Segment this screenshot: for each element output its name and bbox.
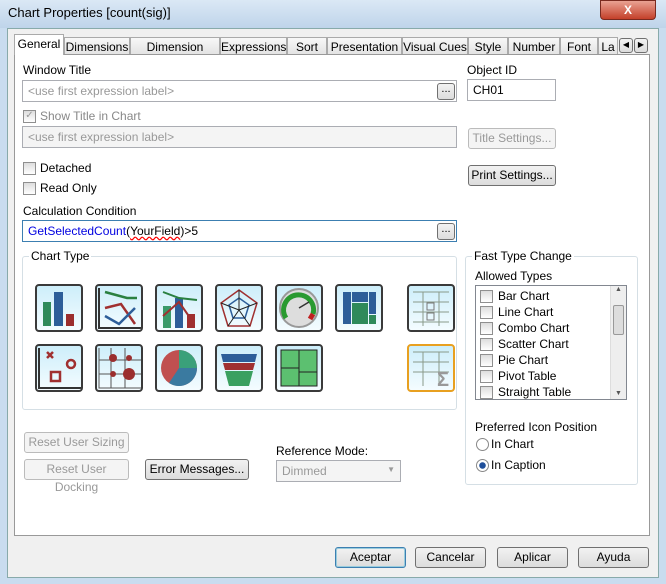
reference-mode-select[interactable]: Dimmed ▼ <box>276 460 401 482</box>
in-chart-radio[interactable] <box>476 438 489 451</box>
svg-text:Σ: Σ <box>437 369 449 390</box>
tab-visual-cues[interactable]: Visual Cues <box>402 37 468 54</box>
tab-layout[interactable]: La <box>598 37 618 54</box>
list-item[interactable]: Bar Chart <box>480 288 549 304</box>
tab-scroll-left-icon[interactable]: ◀ <box>619 38 633 53</box>
gauge-chart-icon[interactable] <box>275 284 323 332</box>
allowed-types-label: Allowed Types <box>475 269 553 283</box>
list-scrollbar[interactable]: ▲ ▼ <box>610 286 626 399</box>
show-title-checkbox[interactable]: ✓ <box>23 110 36 123</box>
tab-dimensions[interactable]: Dimensions <box>64 37 130 54</box>
checkbox[interactable] <box>480 385 493 399</box>
in-chart-label: In Chart <box>491 437 534 451</box>
close-button[interactable]: X <box>600 0 656 20</box>
calc-condition-ellipsis-button[interactable]: ... <box>437 223 455 240</box>
read-only-checkbox[interactable] <box>23 182 36 195</box>
window-title: Chart Properties [count(sig)] <box>8 5 171 20</box>
window-title-placeholder: <use first expression label> <box>28 84 175 98</box>
checkbox[interactable] <box>480 305 493 319</box>
checkbox[interactable] <box>480 289 493 303</box>
fast-type-label: Fast Type Change <box>472 249 574 263</box>
detached-label: Detached <box>40 161 92 175</box>
in-caption-label: In Caption <box>491 458 546 472</box>
line-chart-icon[interactable] <box>95 284 143 332</box>
item-label: Bar Chart <box>498 289 550 303</box>
tab-number[interactable]: Number <box>508 37 560 54</box>
funnel-chart-icon[interactable] <box>215 344 263 392</box>
scatter-chart-icon[interactable] <box>35 344 83 392</box>
bar-chart-icon[interactable] <box>35 284 83 332</box>
tab-font[interactable]: Font <box>560 37 598 54</box>
cancel-button[interactable]: Cancelar <box>415 547 486 568</box>
ok-button[interactable]: Aceptar <box>335 547 406 568</box>
allowed-types-list[interactable]: Bar Chart Line Chart Combo Chart Scatter… <box>475 285 627 400</box>
tab-scroll-right-icon[interactable]: ▶ <box>634 38 648 53</box>
tab-expressions[interactable]: Expressions <box>220 37 287 54</box>
reference-mode-value: Dimmed <box>282 464 327 478</box>
chart-type-label: Chart Type <box>29 249 92 263</box>
item-label: Pie Chart <box>498 353 549 367</box>
show-title-label: Show Title in Chart <box>40 109 141 123</box>
combo-chart-icon[interactable] <box>155 284 203 332</box>
checkbox[interactable] <box>480 353 493 367</box>
apply-button[interactable]: Aplicar <box>497 547 568 568</box>
calc-condition-input[interactable]: GetSelectedCount(YourField)>5 <box>22 220 457 242</box>
calc-rest: >5 <box>184 224 199 238</box>
pie-chart-icon[interactable] <box>155 344 203 392</box>
tab-sort[interactable]: Sort <box>287 37 327 54</box>
chevron-down-icon: ▼ <box>387 465 395 474</box>
window-title-ellipsis-button[interactable]: ... <box>437 83 455 100</box>
checkbox[interactable] <box>480 321 493 335</box>
item-label: Pivot Table <box>498 369 557 383</box>
chart-title-input[interactable]: <use first expression label> <box>22 126 457 148</box>
object-id-input[interactable]: CH01 <box>467 79 556 101</box>
straight-table-icon[interactable]: Σ <box>407 344 455 392</box>
reset-user-sizing-button[interactable]: Reset User Sizing <box>24 432 129 453</box>
list-item[interactable]: Scatter Chart <box>480 336 569 352</box>
tab-general[interactable]: General <box>14 34 64 55</box>
item-label: Scatter Chart <box>498 337 569 351</box>
item-label: Line Chart <box>498 305 554 319</box>
block-chart-icon[interactable] <box>335 284 383 332</box>
pivot-table-icon[interactable] <box>407 284 455 332</box>
print-settings-button[interactable]: Print Settings... <box>468 165 556 186</box>
help-button[interactable]: Ayuda <box>578 547 649 568</box>
list-item[interactable]: Pivot Table <box>480 368 556 384</box>
window-title-label: Window Title <box>23 63 92 77</box>
tab-dimension-limits[interactable]: Dimension Limits <box>130 37 220 68</box>
list-item[interactable]: Pie Chart <box>480 352 548 368</box>
read-only-label: Read Only <box>40 181 97 195</box>
calc-function: GetSelectedCount <box>28 224 127 238</box>
tab-presentation[interactable]: Presentation <box>327 37 402 54</box>
window-title-input[interactable]: <use first expression label> <box>22 80 457 102</box>
list-item[interactable]: Combo Chart <box>480 320 569 336</box>
reset-user-docking-button[interactable]: Reset User Docking <box>24 459 129 494</box>
reference-mode-label: Reference Mode: <box>276 444 369 458</box>
mekko-chart-icon[interactable] <box>275 344 323 392</box>
calc-argument: YourField <box>130 224 181 238</box>
object-id-label: Object ID <box>467 63 518 77</box>
list-item[interactable]: Straight Table <box>480 384 572 399</box>
grid-chart-icon[interactable] <box>95 344 143 392</box>
tab-style[interactable]: Style <box>468 37 508 54</box>
item-label: Straight Table <box>498 385 572 399</box>
calc-condition-label: Calculation Condition <box>23 204 137 218</box>
scrollbar-thumb[interactable] <box>613 305 624 335</box>
in-caption-radio[interactable] <box>476 459 489 472</box>
detached-checkbox[interactable] <box>23 162 36 175</box>
checkbox[interactable] <box>480 337 493 351</box>
item-label: Combo Chart <box>498 321 570 335</box>
radar-chart-icon[interactable] <box>215 284 263 332</box>
error-messages-button[interactable]: Error Messages... <box>145 459 249 480</box>
title-settings-button[interactable]: Title Settings... <box>468 128 556 149</box>
checkbox[interactable] <box>480 369 493 383</box>
icon-position-label: Preferred Icon Position <box>475 420 598 434</box>
list-item[interactable]: Line Chart <box>480 304 553 320</box>
